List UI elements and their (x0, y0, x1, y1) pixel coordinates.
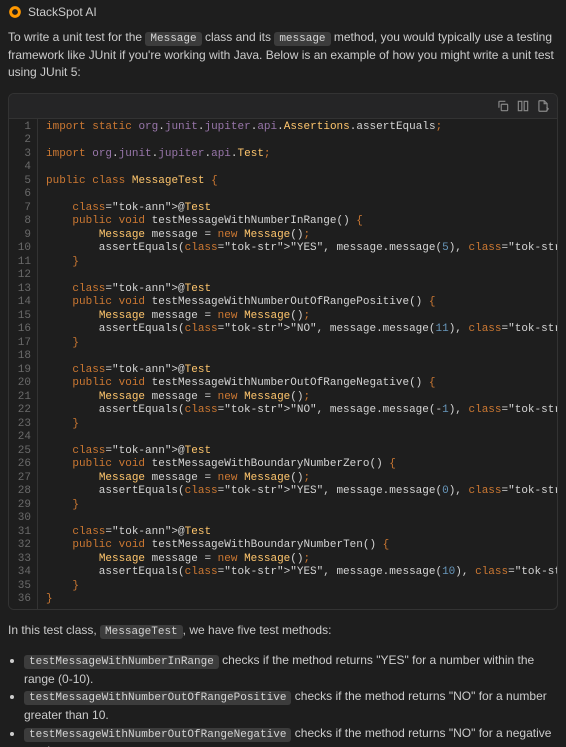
line-number: 12 (9, 269, 37, 283)
line-number: 16 (9, 323, 37, 337)
line-number: 28 (9, 485, 37, 499)
line-number: 23 (9, 418, 37, 432)
line-number: 5 (9, 175, 37, 189)
code-line: public void testMessageWithNumberOutOfRa… (38, 296, 557, 310)
test-method-name: testMessageWithNumberOutOfRangeNegative (24, 728, 291, 742)
code-line: } (38, 580, 557, 594)
code-line: class="tok-ann">@Test (38, 283, 557, 297)
code-line: Message message = new Message(); (38, 391, 557, 405)
insert-icon[interactable] (515, 98, 531, 114)
line-number: 9 (9, 229, 37, 243)
intro-text-2: class and its (202, 30, 275, 44)
list-item: testMessageWithNumberOutOfRangePositive … (24, 688, 558, 723)
line-number: 35 (9, 580, 37, 594)
code-line: Message message = new Message(); (38, 472, 557, 486)
code-line: } (38, 256, 557, 270)
explain-intro: In this test class, MessageTest, we have… (0, 614, 566, 648)
brand-name: StackSpot AI (28, 4, 97, 21)
code-line: assertEquals(class="tok-str">"YES", mess… (38, 242, 557, 256)
code-line (38, 269, 557, 283)
line-number: 17 (9, 337, 37, 351)
line-number: 19 (9, 364, 37, 378)
code-line: import static org.junit.jupiter.api.Asse… (38, 121, 557, 135)
line-number: 10 (9, 242, 37, 256)
code-line: } (38, 337, 557, 351)
code-line (38, 350, 557, 364)
line-number: 22 (9, 404, 37, 418)
line-number: 13 (9, 283, 37, 297)
code-line: class="tok-ann">@Test (38, 364, 557, 378)
line-number: 27 (9, 472, 37, 486)
app-header: StackSpot AI (0, 0, 566, 25)
code-line: public void testMessageWithNumberInRange… (38, 215, 557, 229)
line-number: 31 (9, 526, 37, 540)
line-number: 24 (9, 431, 37, 445)
line-number: 3 (9, 148, 37, 162)
line-number: 7 (9, 202, 37, 216)
line-number: 29 (9, 499, 37, 513)
code-line: public void testMessageWithBoundaryNumbe… (38, 458, 557, 472)
code-body: 1234567891011121314151617181920212223242… (9, 119, 557, 609)
code-line: public void testMessageWithBoundaryNumbe… (38, 539, 557, 553)
code-line: assertEquals(class="tok-str">"NO", messa… (38, 323, 557, 337)
code-line: assertEquals(class="tok-str">"YES", mess… (38, 485, 557, 499)
line-number: 2 (9, 134, 37, 148)
code-line: } (38, 499, 557, 513)
line-number: 33 (9, 553, 37, 567)
intro-text-1: To write a unit test for the (8, 30, 145, 44)
code-line (38, 431, 557, 445)
line-number-gutter: 1234567891011121314151617181920212223242… (9, 119, 38, 609)
intro-paragraph: To write a unit test for the Message cla… (0, 25, 566, 89)
code-line: class="tok-ann">@Test (38, 445, 557, 459)
line-number: 32 (9, 539, 37, 553)
inline-code-test-class: MessageTest (100, 625, 183, 639)
line-number: 20 (9, 377, 37, 391)
copy-icon[interactable] (495, 98, 511, 114)
list-item: testMessageWithNumberOutOfRangeNegative … (24, 725, 558, 747)
line-number: 25 (9, 445, 37, 459)
code-line: public class MessageTest { (38, 175, 557, 189)
test-method-list: testMessageWithNumberInRange checks if t… (24, 652, 558, 747)
code-line (38, 188, 557, 202)
line-number: 26 (9, 458, 37, 472)
code-toolbar (9, 94, 557, 119)
code-line: Message message = new Message(); (38, 229, 557, 243)
line-number: 14 (9, 296, 37, 310)
line-number: 1 (9, 121, 37, 135)
code-line: class="tok-ann">@Test (38, 202, 557, 216)
new-file-icon[interactable] (535, 98, 551, 114)
code-line (38, 134, 557, 148)
line-number: 30 (9, 512, 37, 526)
explain-text-2: , we have five test methods: (183, 623, 332, 637)
code-line: assertEquals(class="tok-str">"YES", mess… (38, 566, 557, 580)
list-item: testMessageWithNumberInRange checks if t… (24, 652, 558, 687)
line-number: 21 (9, 391, 37, 405)
line-number: 34 (9, 566, 37, 580)
line-number: 6 (9, 188, 37, 202)
code-line: import org.junit.jupiter.api.Test; (38, 148, 557, 162)
code-line: } (38, 418, 557, 432)
test-method-name: testMessageWithNumberInRange (24, 655, 219, 669)
code-line: Message message = new Message(); (38, 310, 557, 324)
inline-code-message-class: Message (145, 32, 201, 46)
inline-code-message-method: message (274, 32, 330, 46)
code-line: class="tok-ann">@Test (38, 526, 557, 540)
code-line: public void testMessageWithNumberOutOfRa… (38, 377, 557, 391)
code-line (38, 512, 557, 526)
test-method-name: testMessageWithNumberOutOfRangePositive (24, 691, 291, 705)
code-line: } (38, 593, 557, 607)
code-line (38, 161, 557, 175)
line-number: 18 (9, 350, 37, 364)
brand-logo-icon (8, 5, 22, 19)
code-block: 1234567891011121314151617181920212223242… (8, 93, 558, 610)
explain-text-1: In this test class, (8, 623, 100, 637)
code-line: assertEquals(class="tok-str">"NO", messa… (38, 404, 557, 418)
code-line: Message message = new Message(); (38, 553, 557, 567)
line-number: 11 (9, 256, 37, 270)
line-number: 15 (9, 310, 37, 324)
line-number: 36 (9, 593, 37, 607)
line-number: 8 (9, 215, 37, 229)
code-content[interactable]: import static org.junit.jupiter.api.Asse… (38, 119, 557, 609)
line-number: 4 (9, 161, 37, 175)
